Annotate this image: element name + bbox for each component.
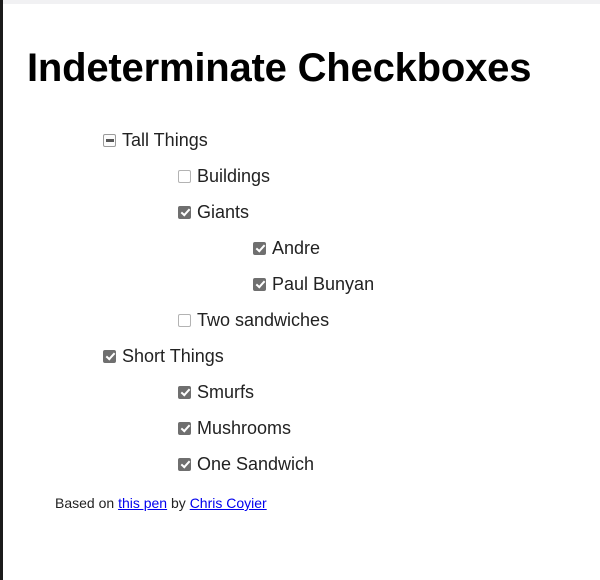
tree-node-label: Mushrooms [197, 418, 292, 438]
tree-node-label: Smurfs [197, 382, 255, 402]
tree-node-row[interactable]: Smurfs [0, 374, 600, 410]
tree-node-row[interactable]: Mushrooms [0, 410, 600, 446]
checkbox-checked[interactable] [178, 457, 191, 471]
tree-node-row[interactable]: Two sandwiches [0, 302, 600, 338]
tree-node-row[interactable]: Tall Things [0, 122, 600, 158]
tree-node-row[interactable]: Paul Bunyan [0, 266, 600, 302]
chris-coyier-link[interactable]: Chris Coyier [190, 495, 267, 511]
checkbox-checked[interactable] [178, 205, 191, 219]
checkbox-tree: Tall Things Buildings Giants Andre Paul Buny… [0, 122, 600, 482]
tree-node-row[interactable]: One Sandwich [0, 446, 600, 482]
tree-node-row[interactable]: Buildings [0, 158, 600, 194]
checkbox-indeterminate[interactable] [103, 133, 116, 147]
page-title: Indeterminate Checkboxes [27, 46, 532, 90]
tree-node-label: Paul Bunyan [272, 274, 375, 294]
checkbox-checked[interactable] [178, 421, 191, 435]
tree-node-label: Tall Things [122, 130, 208, 150]
checkbox-unchecked[interactable] [178, 169, 191, 183]
tree-node-label: Giants [197, 202, 250, 222]
page-content: Indeterminate Checkboxes Tall Things Buil… [0, 0, 600, 580]
tree-node-label: One Sandwich [197, 454, 315, 474]
checkbox-unchecked[interactable] [178, 313, 191, 327]
tree-node-row[interactable]: Short Things [0, 338, 600, 374]
checkbox-checked[interactable] [253, 241, 266, 255]
checkbox-checked[interactable] [178, 385, 191, 399]
tree-node-label: Short Things [122, 346, 224, 366]
checkbox-checked[interactable] [253, 277, 266, 291]
tree-node-row[interactable]: Andre [0, 230, 600, 266]
checkbox-checked[interactable] [103, 349, 116, 363]
credit-prefix: Based on [55, 495, 119, 511]
this-pen-link[interactable]: this pen [118, 495, 167, 511]
credit-middle: by [167, 495, 190, 511]
credit-line: Based on this pen by Chris Coyier [55, 494, 267, 512]
tree-node-label: Andre [272, 238, 321, 258]
tree-node-label: Buildings [197, 166, 271, 186]
tree-node-row[interactable]: Giants [0, 194, 600, 230]
tree-node-label: Two sandwiches [197, 310, 330, 330]
